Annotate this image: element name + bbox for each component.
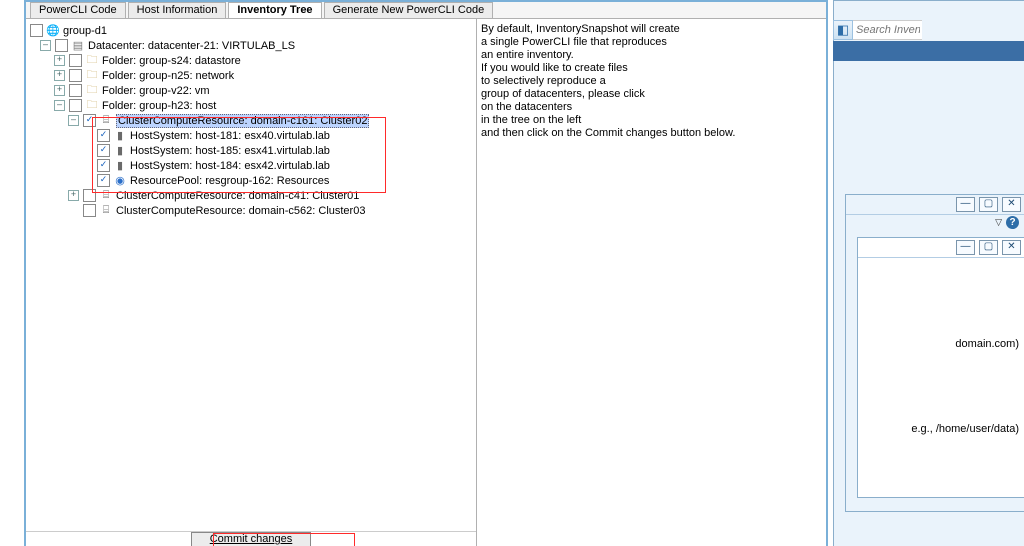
tab-host-information[interactable]: Host Information	[128, 2, 227, 18]
host-icon: ▮	[113, 159, 127, 172]
toggle-collapse-icon[interactable]: –	[40, 40, 51, 51]
bg-window-inner: — ▢ ✕ domain.com) e.g., /home/user/data)	[857, 237, 1024, 498]
toggle-expand-icon[interactable]: +	[54, 70, 65, 81]
node-label: Folder: group-s24: datastore	[102, 55, 241, 67]
node-label: Folder: group-h23: host	[102, 100, 216, 112]
cluster-icon: ⌸	[99, 114, 113, 127]
node-label: Folder: group-n25: network	[102, 70, 234, 82]
tab-generate-powercli[interactable]: Generate New PowerCLI Code	[324, 2, 494, 18]
resourcepool-icon: ◉	[113, 174, 127, 187]
close-button[interactable]: ✕	[1002, 197, 1021, 212]
checkbox[interactable]	[30, 24, 43, 37]
commit-changes-button[interactable]: Commit changes	[191, 532, 312, 546]
checkbox[interactable]: ✓	[97, 159, 110, 172]
close-button[interactable]: ✕	[1002, 240, 1021, 255]
host-icon: ▮	[113, 129, 127, 142]
node-label: ClusterComputeResource: domain-c161: Clu…	[116, 114, 369, 128]
footer: Commit changes	[26, 531, 476, 546]
checkbox[interactable]	[69, 54, 82, 67]
checkbox[interactable]	[69, 84, 82, 97]
checkbox[interactable]	[55, 39, 68, 52]
checkbox[interactable]	[69, 69, 82, 82]
checkbox[interactable]	[69, 99, 82, 112]
tree-resource-pool[interactable]: ✓ ◉ ResourcePool: resgroup-162: Resource…	[30, 173, 476, 188]
inventory-snapshot-app: PowerCLI Code Host Information Inventory…	[24, 0, 828, 546]
node-label: HostSystem: host-185: esx41.virtulab.lab	[130, 145, 330, 157]
node-label: Folder: group-v22: vm	[102, 85, 210, 97]
checkbox[interactable]: ✓	[97, 174, 110, 187]
node-label: ResourcePool: resgroup-162: Resources	[130, 175, 329, 187]
node-label: HostSystem: host-181: esx40.virtulab.lab	[130, 130, 330, 142]
checkbox[interactable]	[83, 189, 96, 202]
node-label: HostSystem: host-184: esx42.virtulab.lab	[130, 160, 330, 172]
node-label: ClusterComputeResource: domain-c562: Clu…	[116, 205, 365, 217]
datacenter-icon: ▤	[71, 39, 85, 52]
folder-icon: 🗀	[85, 99, 99, 112]
help-icon[interactable]: ?	[1006, 216, 1019, 229]
cluster-icon: ⌸	[99, 204, 113, 217]
toggle-collapse-icon[interactable]: –	[54, 100, 65, 111]
tree-cluster02[interactable]: – ✓ ⌸ ClusterComputeResource: domain-c16…	[30, 113, 476, 128]
node-label: group-d1	[63, 25, 107, 37]
minimize-button[interactable]: —	[956, 240, 975, 255]
info-pane: By default, InventorySnapshot will creat…	[477, 19, 826, 546]
toggle-expand-icon[interactable]: +	[54, 55, 65, 66]
tab-powercli-code[interactable]: PowerCLI Code	[30, 2, 126, 18]
tree-cluster01[interactable]: + ⌸ ClusterComputeResource: domain-c41: …	[30, 188, 476, 203]
search-cube-icon: ◧	[833, 20, 853, 40]
tab-inventory-tree[interactable]: Inventory Tree	[228, 2, 321, 18]
node-label: ClusterComputeResource: domain-c41: Clus…	[116, 190, 359, 202]
node-label: Datacenter: datacenter-21: VIRTULAB_LS	[88, 40, 295, 52]
tabbar: PowerCLI Code Host Information Inventory…	[26, 2, 826, 19]
checkbox[interactable]: ✓	[97, 129, 110, 142]
toggle-collapse-icon[interactable]: –	[68, 115, 79, 126]
title-strip	[833, 41, 1024, 61]
tree-host-184[interactable]: ✓ ▮ HostSystem: host-184: esx42.virtulab…	[30, 158, 476, 173]
host-icon: ▮	[113, 144, 127, 157]
cluster-icon: ⌸	[99, 189, 113, 202]
maximize-button[interactable]: ▢	[979, 240, 998, 255]
globe-icon: 🌐	[46, 24, 60, 37]
toggle-expand-icon[interactable]: +	[68, 190, 79, 201]
hint-path: e.g., /home/user/data)	[911, 423, 1019, 435]
chevron-down-icon: ▽	[995, 217, 1002, 228]
checkbox[interactable]	[83, 204, 96, 217]
tree-root[interactable]: 🌐 group-d1	[30, 23, 476, 38]
maximize-button[interactable]: ▢	[979, 197, 998, 212]
minimize-button[interactable]: —	[956, 197, 975, 212]
checkbox[interactable]: ✓	[97, 144, 110, 157]
checkbox[interactable]: ✓	[83, 114, 96, 127]
hint-domain: domain.com)	[955, 338, 1019, 350]
tree-host-181[interactable]: ✓ ▮ HostSystem: host-181: esx40.virtulab…	[30, 128, 476, 143]
inventory-tree: 🌐 group-d1 – ▤ Datacenter: datacenter-21…	[26, 19, 476, 531]
tree-pane: 🌐 group-d1 – ▤ Datacenter: datacenter-21…	[26, 19, 477, 546]
tree-cluster03[interactable]: ⌸ ClusterComputeResource: domain-c562: C…	[30, 203, 476, 218]
tree-folder-host[interactable]: – 🗀 Folder: group-h23: host	[30, 98, 476, 113]
tree-host-185[interactable]: ✓ ▮ HostSystem: host-185: esx41.virtulab…	[30, 143, 476, 158]
toggle-expand-icon[interactable]: +	[54, 85, 65, 96]
